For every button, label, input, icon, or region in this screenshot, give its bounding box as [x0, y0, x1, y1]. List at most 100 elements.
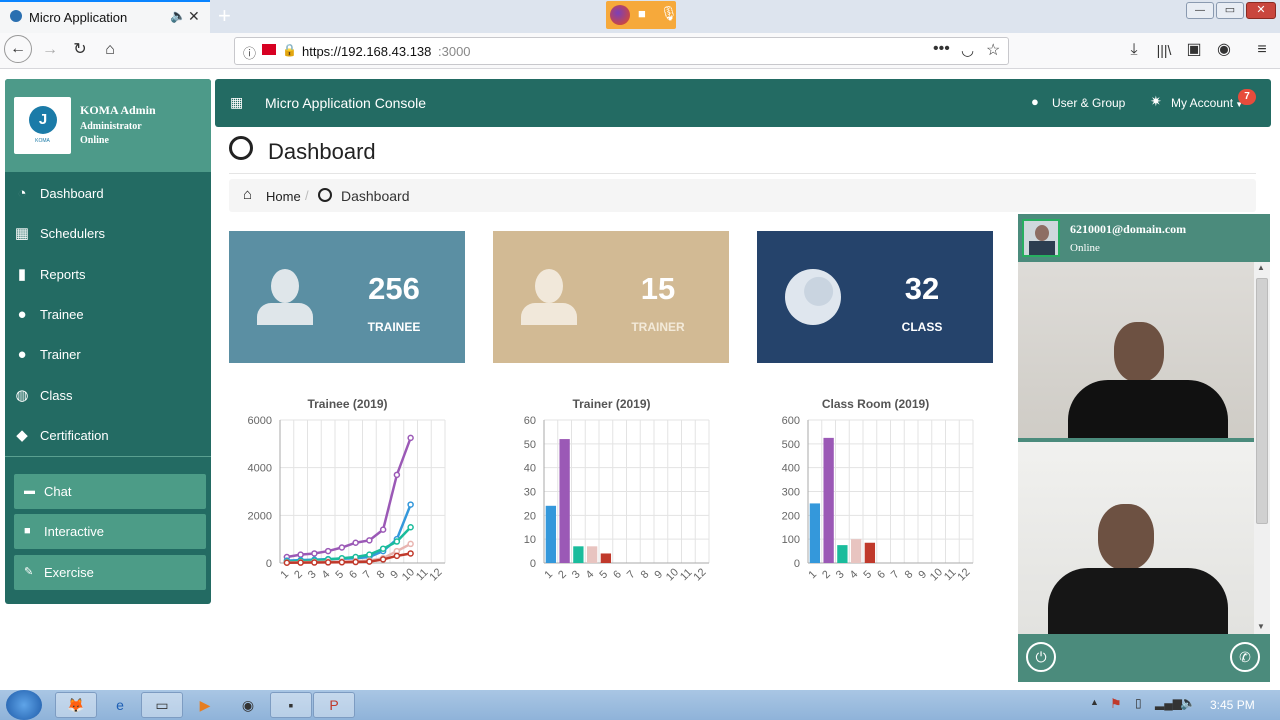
y-tick-label: 300: [782, 487, 800, 499]
downloads-icon[interactable]: ⤓: [1120, 36, 1148, 64]
breadcrumb-separator: /: [305, 188, 309, 203]
microphone-icon: 🎙: [660, 5, 678, 21]
data-point: [407, 501, 414, 508]
browser-tab[interactable]: Micro Application 🔈 ✕: [0, 0, 210, 33]
notification-badge[interactable]: 7: [1238, 89, 1256, 105]
minimize-button[interactable]: —: [1186, 2, 1214, 19]
bar: [837, 545, 848, 563]
x-tick-label: 6: [347, 568, 360, 581]
firefox-taskbar-app[interactable]: 🦊: [55, 692, 97, 718]
calendar-icon: ▦: [14, 225, 30, 242]
tray-expand-icon[interactable]: ▲: [1090, 697, 1099, 707]
exercise-button[interactable]: ✎ Exercise: [14, 555, 206, 590]
class-card[interactable]: 32 CLASS: [757, 231, 993, 363]
sidebar-item-reports[interactable]: ▮ Reports: [5, 255, 211, 295]
back-button[interactable]: ←: [4, 35, 32, 63]
chat-icon: ▬: [24, 485, 35, 497]
forward-button[interactable]: →: [36, 36, 64, 64]
koma-logo-icon: J: [29, 106, 57, 134]
data-point: [407, 550, 414, 557]
account-icon[interactable]: ◉: [1210, 36, 1238, 64]
media-sharing-indicator[interactable]: ■ 🎙: [606, 1, 678, 29]
data-point: [379, 545, 387, 552]
exercise-button-label: Exercise: [44, 565, 94, 580]
tray-flag-icon[interactable]: ⚑: [1110, 696, 1122, 712]
data-point: [283, 559, 291, 567]
pocket-icon[interactable]: ◡: [961, 41, 974, 59]
chrome-taskbar-app[interactable]: ◉: [227, 692, 269, 718]
lock-warning-icon[interactable]: 🔒: [282, 43, 297, 57]
x-tick-label: 2: [292, 568, 305, 581]
apps-grid-icon[interactable]: ▦: [230, 94, 243, 111]
trainee-line-chart: Trainee (2019)02000400060001 2 3 4 5 6 7 8 91011…: [248, 397, 446, 583]
ie-taskbar-app[interactable]: e: [99, 692, 141, 718]
menu-icon[interactable]: ≡: [1248, 36, 1276, 64]
power-button[interactable]: ⏻: [1026, 642, 1056, 672]
tray-volume-icon[interactable]: 🔈: [1180, 695, 1196, 711]
globe-icon: [785, 269, 841, 325]
trainee-card[interactable]: 256 TRAINEE: [229, 231, 465, 363]
cmd-taskbar-app[interactable]: ▪: [270, 692, 312, 718]
speaker-icon[interactable]: 🔈: [170, 8, 186, 24]
x-tick-label: 12: [955, 566, 972, 583]
sidebar-item-certification[interactable]: ◆ Certification: [5, 416, 211, 456]
scroll-down-icon[interactable]: ▼: [1257, 622, 1265, 631]
sidebar-item-trainer[interactable]: ● Trainer: [5, 335, 211, 375]
scroll-up-icon[interactable]: ▲: [1257, 263, 1265, 272]
library-icon[interactable]: |||\: [1150, 36, 1178, 64]
home-button[interactable]: ⌂: [96, 36, 124, 64]
breadcrumb-home[interactable]: Home: [266, 189, 301, 204]
y-tick-label: 500: [782, 439, 800, 451]
user-icon: ●: [17, 306, 27, 323]
explorer-taskbar-app[interactable]: ▭: [141, 692, 183, 718]
sidebar-item-label: Trainer: [40, 347, 81, 362]
address-bar[interactable]: ⓘ 🔒 https://192.168.43.138 :3000 ••• ◡ ☆: [234, 37, 1009, 65]
chat-button-label: Chat: [44, 484, 72, 499]
tray-network-icon[interactable]: ▂▄▆: [1155, 696, 1182, 710]
user-group-link[interactable]: User & Group: [1052, 96, 1125, 110]
powerpoint-taskbar-app[interactable]: P: [313, 692, 355, 718]
data-point: [324, 547, 332, 555]
my-account-dropdown[interactable]: My Account ▼: [1171, 96, 1243, 110]
bookmark-star-icon[interactable]: ☆: [986, 40, 1000, 60]
sidebar-item-schedulers[interactable]: ▦ Schedulers: [5, 214, 211, 254]
sidebar-item-dashboard[interactable]: ◔ Dashboard: [5, 174, 211, 214]
class-count: 32: [904, 271, 940, 306]
x-tick-label: 3: [834, 568, 847, 581]
scrollbar-thumb[interactable]: [1256, 278, 1268, 524]
chart-title: Class Room (2019): [822, 397, 929, 411]
data-point: [379, 526, 387, 533]
start-button[interactable]: [6, 690, 42, 720]
x-tick-label: 3: [306, 568, 319, 581]
data-point: [297, 551, 304, 558]
data-point: [407, 540, 414, 548]
data-point: [379, 556, 387, 563]
sidebar-item-trainee[interactable]: ● Trainee: [5, 295, 211, 335]
sidebar-item-class[interactable]: ◍ Class: [5, 376, 211, 416]
chat-button[interactable]: ▬ Chat: [14, 474, 206, 509]
y-tick-label: 4000: [248, 463, 272, 475]
maximize-button[interactable]: ▭: [1216, 2, 1244, 19]
reload-button[interactable]: ↻: [66, 36, 94, 64]
sidebar-toggle-icon[interactable]: ▣: [1180, 36, 1208, 64]
sidebar-item-label: Dashboard: [40, 186, 104, 201]
close-tab-icon[interactable]: ✕: [188, 8, 200, 25]
video-scrollbar[interactable]: ▲ ▼: [1254, 262, 1270, 634]
data-point: [366, 537, 373, 544]
end-call-button[interactable]: ✆: [1230, 642, 1260, 672]
new-tab-button[interactable]: +: [218, 3, 231, 29]
tray-battery-icon[interactable]: ▯: [1135, 696, 1142, 710]
clock[interactable]: 3:45 PM: [1210, 698, 1255, 712]
media-player-taskbar-app[interactable]: ▶: [184, 692, 226, 718]
close-window-button[interactable]: ✕: [1246, 2, 1276, 19]
trainer-card[interactable]: 15 TRAINER: [493, 231, 729, 363]
y-tick-label: 50: [524, 439, 536, 451]
interactive-button-label: Interactive: [44, 524, 104, 539]
page-actions-icon[interactable]: •••: [933, 40, 950, 58]
x-tick-label: 8: [903, 568, 916, 581]
camera-permission-icon[interactable]: [262, 44, 276, 55]
dashboard-icon: [318, 188, 332, 202]
info-icon[interactable]: ⓘ: [243, 43, 256, 62]
interactive-button[interactable]: ■ Interactive: [14, 514, 206, 549]
x-tick-label: 12: [691, 566, 708, 583]
